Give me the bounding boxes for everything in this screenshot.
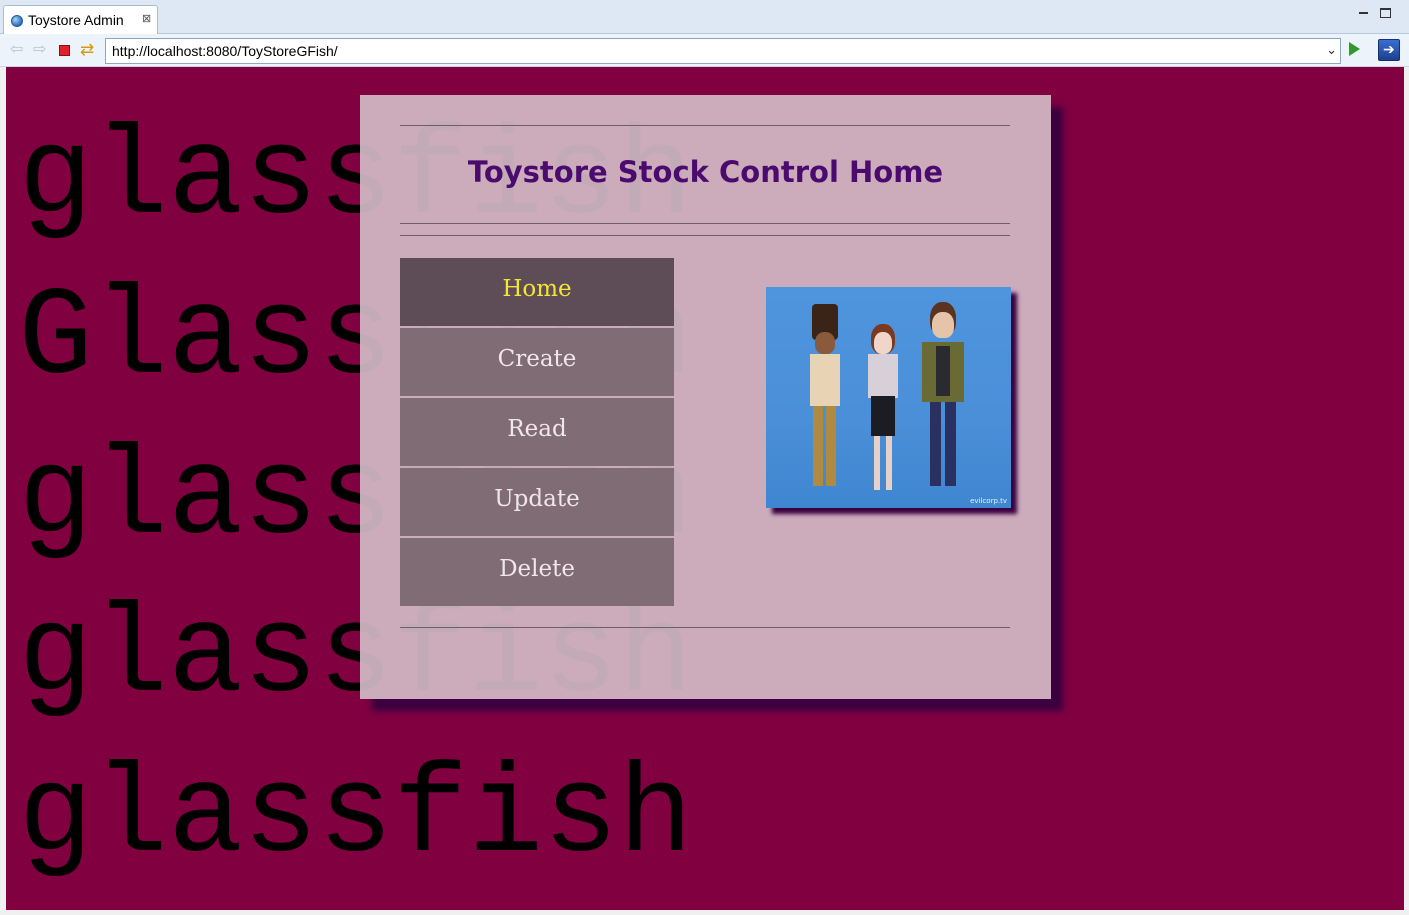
- tab-bar: Toystore Admin ⊠: [0, 0, 1409, 34]
- url-input[interactable]: http://localhost:8080/ToyStoreGFish/ ⌄: [105, 38, 1341, 64]
- minimize-icon[interactable]: [1357, 6, 1371, 20]
- background-word: glassfish: [18, 746, 694, 888]
- url-text[interactable]: http://localhost:8080/ToyStoreGFish/: [112, 43, 338, 59]
- dropdown-icon[interactable]: ⌄: [1326, 42, 1337, 58]
- page-viewport: glassfish Glassfish glassfish glassfish …: [6, 67, 1404, 910]
- menu-item-update[interactable]: Update: [400, 468, 674, 536]
- divider: [400, 125, 1010, 126]
- divider: [400, 235, 1010, 236]
- browser-toolbar: ⇦ ⇨ ⇄ http://localhost:8080/ToyStoreGFis…: [0, 34, 1409, 67]
- divider: [400, 627, 1010, 628]
- globe-icon: [11, 15, 23, 27]
- menu-item-create[interactable]: Create: [400, 328, 674, 396]
- menu-item-read[interactable]: Read: [400, 398, 674, 466]
- page-title: Toystore Stock Control Home: [467, 155, 944, 189]
- tab-label: Toystore Admin: [28, 12, 124, 28]
- menu-item-home[interactable]: Home: [400, 258, 674, 326]
- figure-left: [804, 304, 844, 494]
- back-icon[interactable]: ⇦: [10, 42, 26, 58]
- external-browser-icon[interactable]: [1378, 39, 1400, 61]
- main-menu: Home Create Read Update Delete: [400, 258, 674, 608]
- tab-toystore-admin[interactable]: Toystore Admin ⊠: [3, 5, 158, 34]
- figure-middle: [864, 324, 902, 494]
- photo-credit: evilcorp.tv: [970, 497, 1007, 505]
- menu-item-delete[interactable]: Delete: [400, 538, 674, 606]
- characters-photo: evilcorp.tv: [766, 287, 1011, 508]
- divider: [400, 223, 1010, 224]
- forward-icon[interactable]: ⇨: [33, 42, 49, 58]
- go-icon[interactable]: [1349, 42, 1360, 56]
- content-panel: Toystore Stock Control Home Home Create …: [360, 95, 1051, 699]
- stop-icon[interactable]: [59, 45, 70, 56]
- maximize-icon[interactable]: [1380, 8, 1391, 18]
- figure-right: [918, 302, 968, 494]
- close-icon[interactable]: ⊠: [142, 12, 151, 25]
- refresh-icon[interactable]: ⇄: [80, 41, 96, 58]
